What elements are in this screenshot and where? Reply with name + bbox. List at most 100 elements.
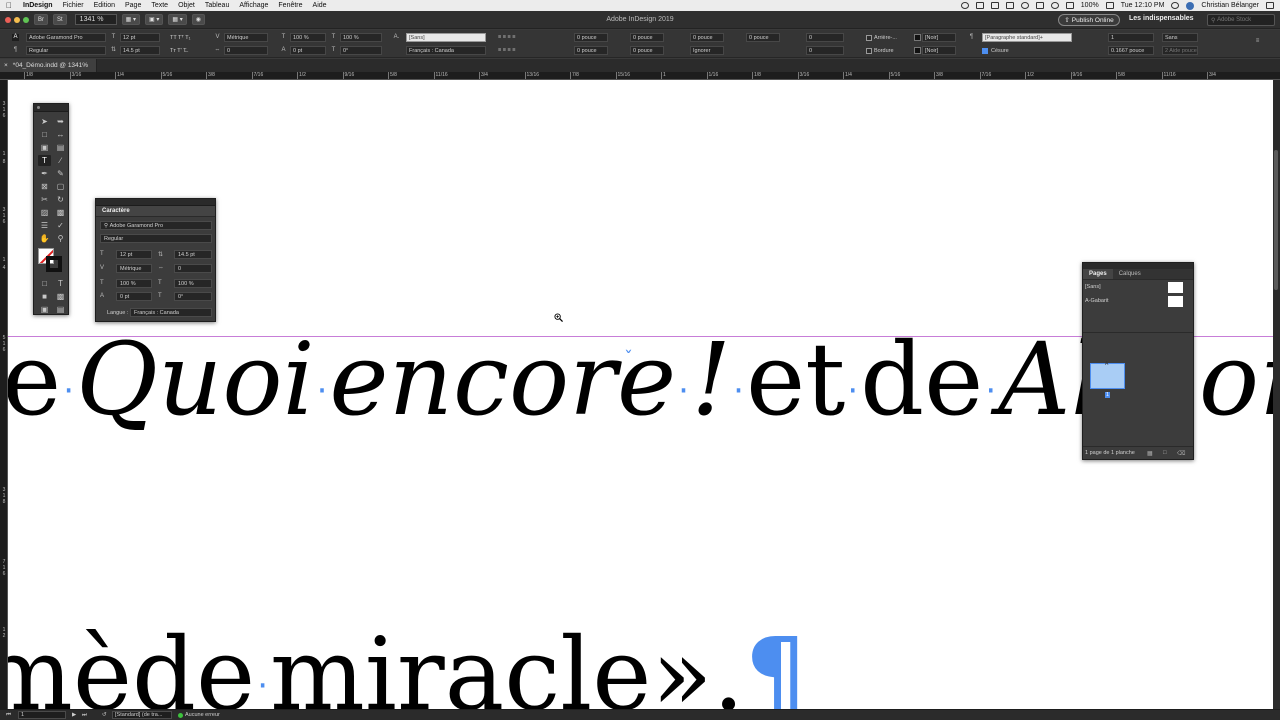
gradient-feather-tool-icon[interactable]: ▩ <box>54 207 67 218</box>
panel-close-icon[interactable] <box>37 106 40 109</box>
drop-cap-lines-field[interactable]: 0 <box>806 33 844 42</box>
tab-calques[interactable]: Calques <box>1113 269 1147 279</box>
clock[interactable]: Tue 12:10 PM <box>1121 2 1165 9</box>
zoom-tool-icon[interactable]: ⚲ <box>54 233 67 244</box>
minimize-window-button[interactable] <box>14 16 20 23</box>
menu-aide[interactable]: Aide <box>308 2 332 9</box>
left-indent-field[interactable]: 0 pouce <box>574 33 608 42</box>
creative-cloud-icon[interactable] <box>990 2 999 9</box>
zoom-level-field[interactable]: 1341 % <box>74 14 117 25</box>
preview-mode-icon[interactable]: ▤ <box>54 304 67 315</box>
adobe-stock-search[interactable]: ⚲ Adobe Stock <box>1207 14 1275 26</box>
formatting-container-icon[interactable]: □ <box>38 278 51 289</box>
char-hscale-field[interactable]: 100 % <box>174 279 212 288</box>
underline-buttons[interactable]: Tᴛ T' T̶ <box>170 48 187 54</box>
fill-stroke-control[interactable] <box>38 248 68 274</box>
close-tab-icon[interactable]: × <box>4 62 8 69</box>
char-skew-field[interactable]: 0° <box>174 292 212 301</box>
pencil-tool-icon[interactable]: ✎ <box>54 168 67 179</box>
right-indent-field[interactable]: 0 pouce <box>630 33 664 42</box>
menu-objet[interactable]: Objet <box>173 2 200 9</box>
wifi-icon[interactable] <box>1050 2 1059 9</box>
menu-fichier[interactable]: Fichier <box>58 2 89 9</box>
gap-tool-icon[interactable]: ↔ <box>54 129 67 140</box>
char-kerning-field[interactable]: Métrique <box>116 264 152 273</box>
rectangle-frame-tool-icon[interactable]: ⊠ <box>38 181 51 192</box>
formatting-text-icon[interactable]: T <box>54 278 67 289</box>
battery-icon[interactable] <box>1105 2 1114 9</box>
character-mode-icon[interactable]: A <box>12 34 19 41</box>
menu-page[interactable]: Page <box>120 2 146 9</box>
span-columns-field[interactable]: Sans <box>1162 33 1198 42</box>
maximize-window-button[interactable] <box>23 16 29 23</box>
user-name[interactable]: Christian Bélanger <box>1201 2 1259 9</box>
note-tool-icon[interactable]: ☰ <box>38 220 51 231</box>
character-panel-header[interactable] <box>96 199 215 206</box>
vscale-field[interactable]: 100 % <box>290 33 326 42</box>
apple-menu-icon[interactable]:  <box>0 1 18 10</box>
next-page-icon[interactable]: ▶ <box>70 711 78 719</box>
menu-edition[interactable]: Edition <box>89 2 120 9</box>
content-collector-icon[interactable]: ▣ <box>38 142 51 153</box>
shading-checkbox[interactable] <box>866 35 872 41</box>
shading-color-field[interactable]: [Noir] <box>922 33 956 42</box>
line-tool-icon[interactable]: ∕ <box>54 155 67 166</box>
page-thumbnail[interactable]: A <box>1090 361 1125 389</box>
menu-affichage[interactable]: Affichage <box>234 2 273 9</box>
record-icon[interactable] <box>960 2 969 9</box>
document-tab[interactable]: × *04_Démo.indd @ 1341% <box>0 59 98 72</box>
airplay-icon[interactable] <box>1005 2 1014 9</box>
stock-button[interactable]: St <box>53 14 67 25</box>
spotlight-icon[interactable] <box>1171 2 1180 9</box>
screen-mode-button[interactable]: ▣ ▾ <box>145 14 164 25</box>
kerning-field[interactable]: Métrique <box>224 33 268 42</box>
menu-app[interactable]: InDesign <box>18 2 58 9</box>
apply-none-icon[interactable]: ▩ <box>54 291 67 302</box>
selection-tool-icon[interactable]: ➤ <box>38 116 51 127</box>
stroke-swatch[interactable] <box>46 256 62 272</box>
bluetooth-icon[interactable] <box>1035 2 1044 9</box>
drop-cap-chars-field[interactable]: 0 <box>806 46 844 55</box>
menu-fenetre[interactable]: Fenêtre <box>273 2 307 9</box>
close-window-button[interactable] <box>5 16 11 23</box>
preflight-profile-icon[interactable]: ↺ <box>100 711 109 719</box>
char-vscale-field[interactable]: 100 % <box>116 279 152 288</box>
new-page-icon[interactable]: □ <box>1163 450 1167 456</box>
text-line-2[interactable]: mède·miracle».¶ <box>8 605 808 709</box>
char-font-style-field[interactable]: Regular <box>100 234 212 243</box>
menu-texte[interactable]: Texte <box>146 2 173 9</box>
columns-field[interactable]: 1 <box>1108 33 1154 42</box>
space-before-field[interactable]: 0 pouce <box>690 33 724 42</box>
character-style-field[interactable]: [Sans] <box>406 33 486 42</box>
preflight-status[interactable]: Aucune erreur <box>176 711 222 719</box>
last-page-icon[interactable]: ⏭ <box>80 711 89 719</box>
font-family-field[interactable]: Adobe Garamond Pro <box>26 33 106 42</box>
hscale-field[interactable]: 100 % <box>340 33 382 42</box>
apply-color-icon[interactable]: ■ <box>38 291 51 302</box>
direct-selection-tool-icon[interactable]: ➥ <box>54 116 67 127</box>
master-a[interactable]: A-Gabarit <box>1083 294 1193 308</box>
space-after-field[interactable]: 0 pouce <box>746 33 780 42</box>
border-swatch[interactable] <box>914 47 921 54</box>
bridge-button[interactable]: Br <box>34 14 48 25</box>
battery-percent[interactable]: 100% <box>1081 2 1099 9</box>
workspace-switcher[interactable]: Les indispensables <box>1129 15 1194 22</box>
hyphenation-checkbox[interactable] <box>982 48 988 54</box>
volume-icon[interactable] <box>1065 2 1074 9</box>
char-leading-field[interactable]: 14.5 pt <box>174 250 212 259</box>
page-number-field[interactable]: 1 <box>18 711 66 719</box>
page-tool-icon[interactable]: □ <box>38 129 51 140</box>
paragraph-mode-icon[interactable]: ¶ <box>12 47 19 54</box>
arrange-documents-button[interactable]: ▦ ▾ <box>168 14 187 25</box>
time-machine-icon[interactable] <box>1020 2 1029 9</box>
first-page-icon[interactable]: ⏮ <box>4 711 13 719</box>
vertical-scrollbar[interactable] <box>1273 80 1280 709</box>
delete-page-icon[interactable]: ⌫ <box>1177 450 1185 457</box>
pages-divider[interactable] <box>1083 332 1193 333</box>
paragraph-style-field[interactable]: [Paragraphe standard]+ <box>982 33 1072 42</box>
tools-panel-header[interactable] <box>34 104 68 112</box>
tab-pages[interactable]: Pages <box>1083 269 1113 279</box>
view-options-button[interactable]: ▦ ▾ <box>121 14 141 25</box>
horizontal-ruler[interactable]: 1/8 3/16 1/4 5/16 3/8 7/16 1/2 9/16 5/8 11/16 3/4 1… <box>0 72 1280 80</box>
normal-view-icon[interactable]: ▣ <box>38 304 51 315</box>
